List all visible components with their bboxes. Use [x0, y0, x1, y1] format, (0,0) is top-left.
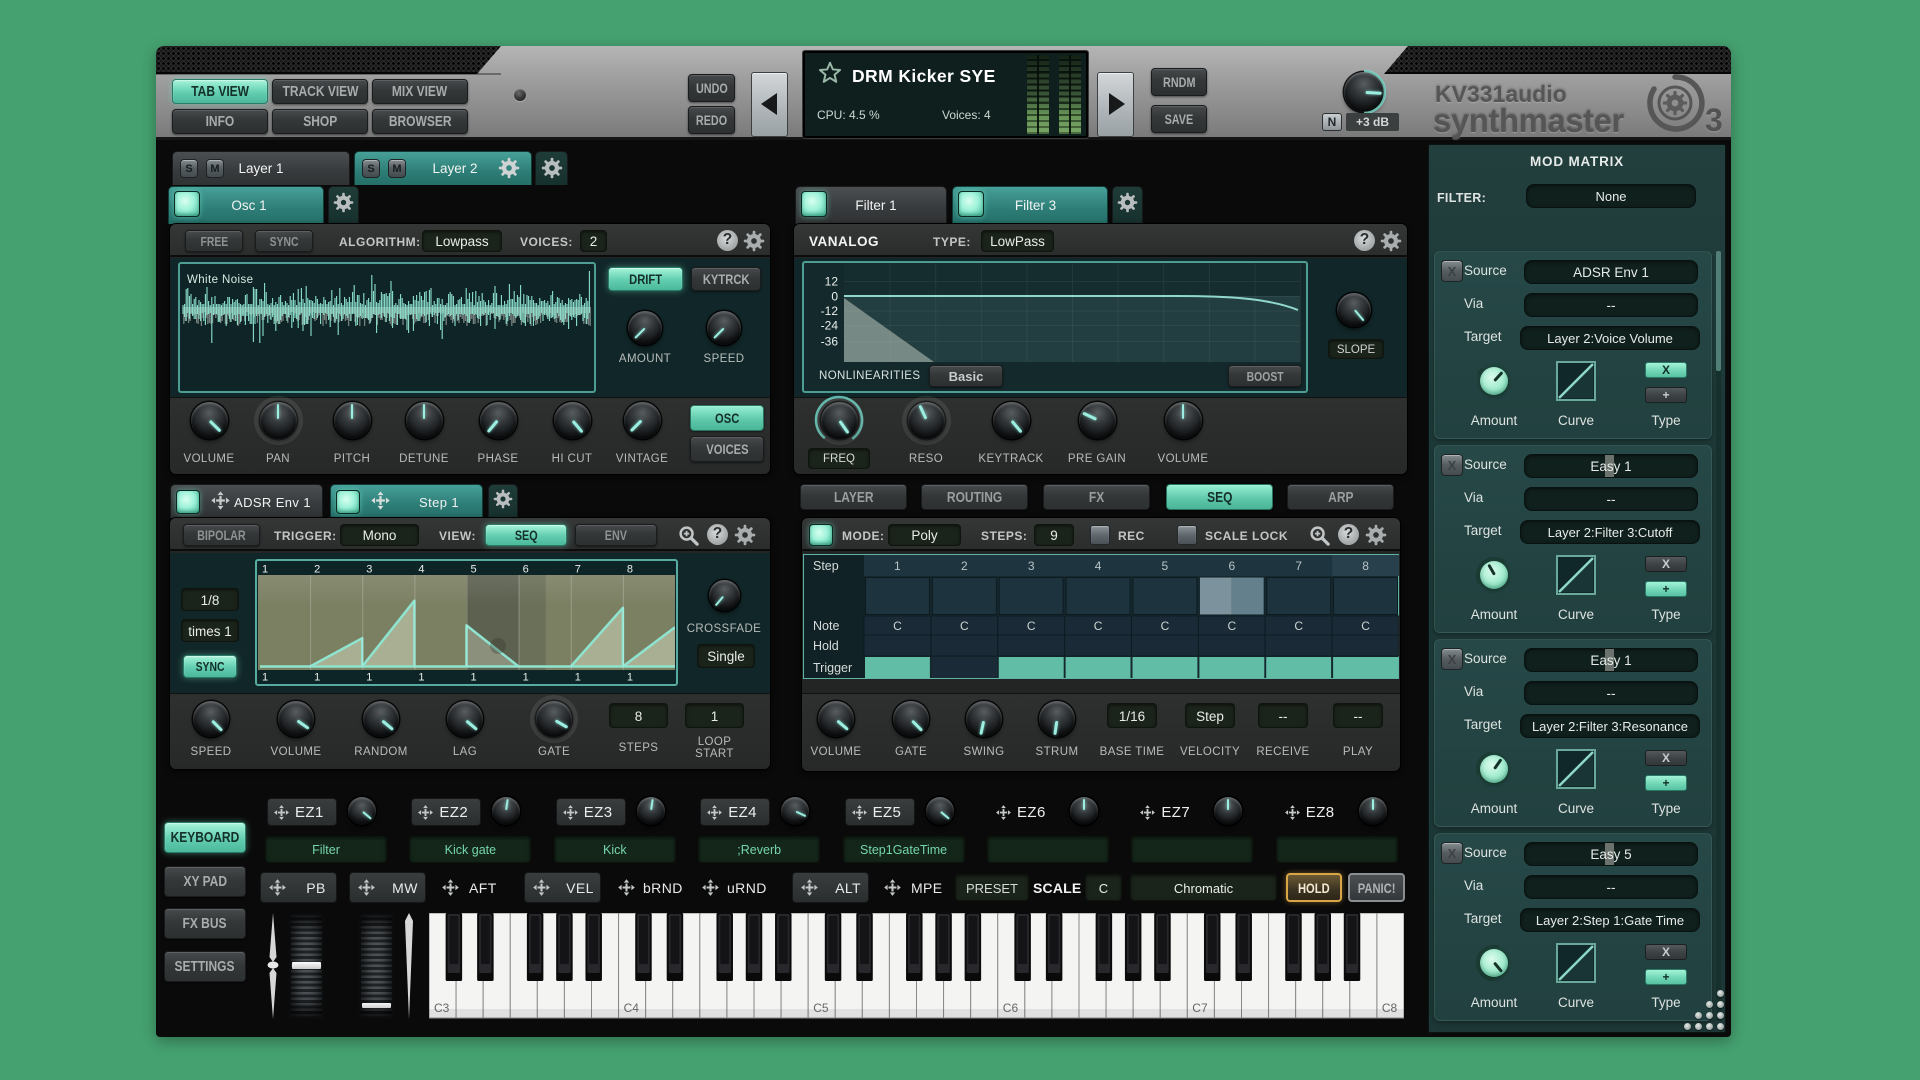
- svg-text:8: 8: [627, 564, 633, 576]
- svg-text:C: C: [1161, 619, 1170, 633]
- svg-text:3: 3: [366, 564, 372, 576]
- svg-text:1: 1: [418, 672, 424, 684]
- svg-text:1: 1: [314, 672, 320, 684]
- svg-text:1: 1: [262, 564, 268, 576]
- svg-text:Note: Note: [813, 619, 839, 633]
- svg-text:12: 12: [825, 275, 839, 289]
- svg-text:1: 1: [627, 672, 633, 684]
- svg-text:Trigger: Trigger: [813, 661, 852, 675]
- svg-text:5: 5: [1162, 559, 1169, 573]
- svg-text:3: 3: [1028, 559, 1035, 573]
- svg-text:1: 1: [366, 672, 372, 684]
- svg-text:C: C: [1027, 619, 1036, 633]
- svg-text:C6: C6: [1003, 1001, 1019, 1015]
- svg-text:6: 6: [1228, 559, 1235, 573]
- svg-text:C4: C4: [624, 1001, 640, 1015]
- svg-text:-36: -36: [821, 335, 839, 349]
- svg-text:C7: C7: [1192, 1001, 1208, 1015]
- svg-text:0: 0: [831, 290, 838, 304]
- svg-text:5: 5: [471, 564, 477, 576]
- svg-text:Step: Step: [813, 559, 839, 573]
- svg-text:2: 2: [961, 559, 968, 573]
- svg-text:Hold: Hold: [813, 639, 839, 653]
- svg-text:C3: C3: [434, 1001, 450, 1015]
- svg-text:-24: -24: [821, 319, 839, 333]
- svg-text:1: 1: [894, 559, 901, 573]
- svg-text:C: C: [1294, 619, 1303, 633]
- svg-text:C: C: [1094, 619, 1103, 633]
- svg-text:1: 1: [575, 672, 581, 684]
- svg-text:1: 1: [262, 672, 268, 684]
- svg-text:C: C: [960, 619, 969, 633]
- svg-text:C5: C5: [813, 1001, 829, 1015]
- svg-text:8: 8: [1362, 559, 1369, 573]
- svg-text:C: C: [1227, 619, 1236, 633]
- svg-text:C: C: [893, 619, 902, 633]
- svg-text:-12: -12: [821, 304, 839, 318]
- svg-text:7: 7: [575, 564, 581, 576]
- svg-text:6: 6: [523, 564, 529, 576]
- svg-text:4: 4: [418, 564, 424, 576]
- svg-text:7: 7: [1295, 559, 1302, 573]
- svg-text:4: 4: [1095, 559, 1102, 573]
- svg-text:2: 2: [314, 564, 320, 576]
- svg-text:1: 1: [523, 672, 529, 684]
- svg-text:C: C: [1361, 619, 1370, 633]
- svg-text:C8: C8: [1382, 1001, 1398, 1015]
- svg-text:1: 1: [471, 672, 477, 684]
